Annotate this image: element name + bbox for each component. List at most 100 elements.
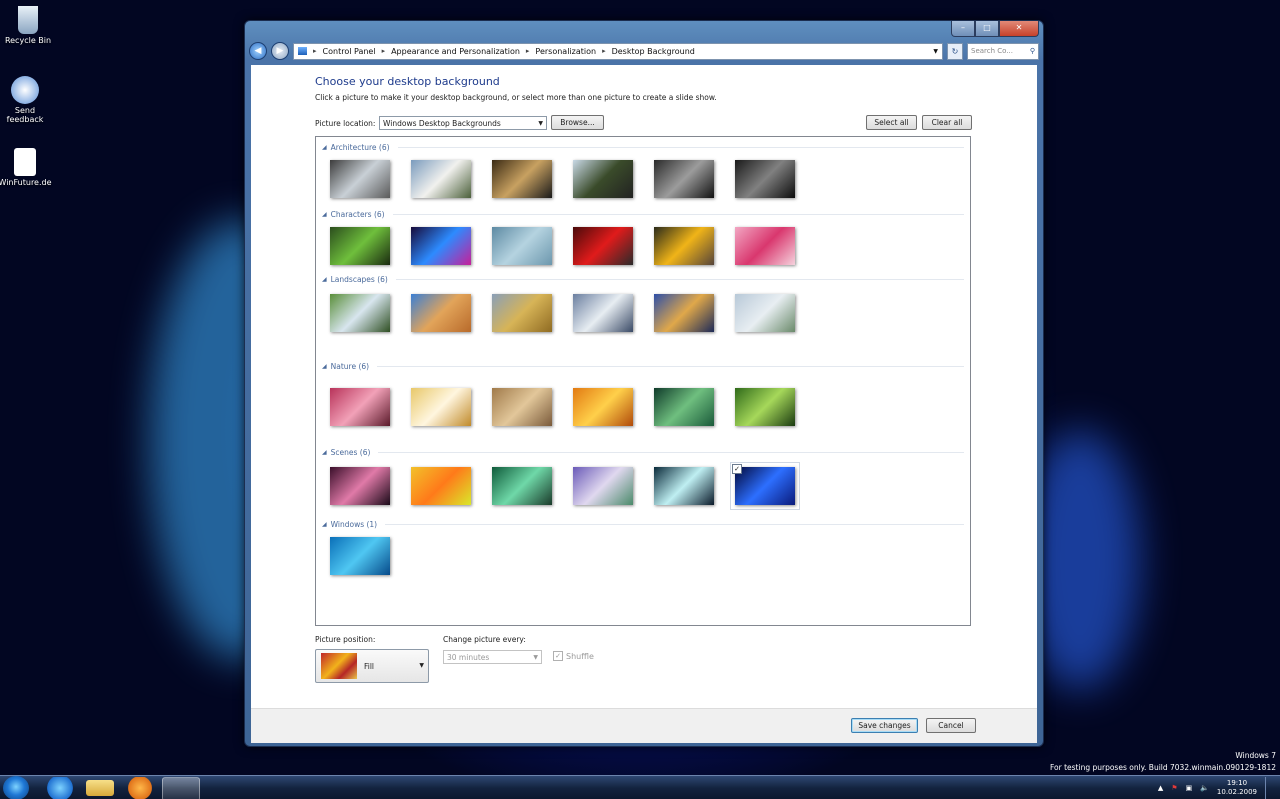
- wallpaper-thumbnail[interactable]: [654, 160, 714, 198]
- cancel-button[interactable]: Cancel: [926, 718, 976, 733]
- wallpaper-thumbnail[interactable]: [573, 388, 633, 426]
- wallpaper-thumbnail[interactable]: [411, 388, 471, 426]
- wallpaper-thumbnail[interactable]: [411, 467, 471, 505]
- collapse-triangle-icon[interactable]: ◢: [322, 363, 327, 370]
- change-picture-select[interactable]: 30 minutes ▼: [443, 650, 542, 664]
- wallpaper-thumbnail[interactable]: [330, 467, 390, 505]
- system-tray: ▲ ⚑ ▣ 🔈 19:10 10.02.2009: [1158, 776, 1280, 799]
- clock-time: 19:10: [1226, 779, 1248, 787]
- group-divider: [378, 451, 964, 453]
- collapse-triangle-icon[interactable]: ◢: [322, 276, 327, 283]
- save-changes-button[interactable]: Save changes: [851, 718, 918, 733]
- wallpaper-thumbnail[interactable]: [330, 227, 390, 265]
- winfuture-icon[interactable]: WinFuture.de: [0, 148, 53, 187]
- search-input[interactable]: Search Co... ⚲: [967, 42, 1039, 60]
- gallery-group: ◢ Landscapes (6): [322, 274, 964, 334]
- clock[interactable]: 19:10 10.02.2009: [1217, 779, 1257, 797]
- picture-position-select[interactable]: Fill ▼: [315, 649, 429, 683]
- volume-icon[interactable]: 🔈: [1200, 784, 1209, 792]
- picture-location-select[interactable]: Windows Desktop Backgrounds ▼: [379, 116, 547, 130]
- chevron-down-icon: ▼: [538, 119, 543, 127]
- chevron-up-icon[interactable]: ▲: [1158, 784, 1163, 792]
- breadcrumb-item[interactable]: Appearance and Personalization: [391, 47, 520, 56]
- chevron-down-icon[interactable]: ▼: [933, 48, 938, 55]
- wallpaper-thumbnail[interactable]: [330, 294, 390, 332]
- wallpaper-thumbnail[interactable]: [411, 160, 471, 198]
- breadcrumb-item[interactable]: Control Panel: [323, 47, 376, 56]
- wallpaper-thumbnail[interactable]: [735, 227, 795, 265]
- media-player-icon[interactable]: [122, 777, 158, 799]
- breadcrumb-item[interactable]: Desktop Background: [612, 47, 695, 56]
- wallpaper-thumbnail[interactable]: [735, 294, 795, 332]
- wallpaper-thumbnail[interactable]: [330, 537, 390, 575]
- breadcrumb-item[interactable]: Personalization: [535, 47, 596, 56]
- wallpaper-gallery[interactable]: ◢ Architecture (6) ◢ Characters (6) ◢ Landsca…: [315, 136, 971, 626]
- wallpaper-thumbnail[interactable]: [330, 160, 390, 198]
- wallpaper-thumbnail[interactable]: [573, 227, 633, 265]
- start-button[interactable]: [3, 776, 29, 799]
- wallpaper-thumbnail[interactable]: [492, 467, 552, 505]
- clear-all-button[interactable]: Clear all: [922, 115, 972, 130]
- wallpaper-thumbnail[interactable]: [492, 160, 552, 198]
- gallery-group-header[interactable]: ◢ Landscapes (6): [322, 274, 964, 284]
- breadcrumb-separator: ▸: [525, 47, 530, 55]
- refresh-button[interactable]: ↻: [947, 42, 963, 60]
- browse-button[interactable]: Browse...: [551, 115, 604, 130]
- gallery-group-header[interactable]: ◢ Nature (6): [322, 361, 964, 371]
- gallery-group-header[interactable]: ◢ Scenes (6): [322, 447, 964, 457]
- thumbnail-row: [322, 537, 964, 577]
- control-panel-taskbar-button[interactable]: [162, 777, 200, 799]
- send-feedback-icon[interactable]: Send feedback: [0, 76, 53, 124]
- wallpaper-thumbnail[interactable]: [330, 388, 390, 426]
- wallpaper-thumbnail[interactable]: [411, 294, 471, 332]
- gallery-group-header[interactable]: ◢ Architecture (6): [322, 142, 964, 152]
- change-picture-value: 30 minutes: [447, 652, 490, 662]
- maximize-button[interactable]: □: [975, 21, 999, 37]
- wallpaper-thumbnail[interactable]: [573, 160, 633, 198]
- wallpaper-thumbnail[interactable]: [492, 227, 552, 265]
- wallpaper-thumbnail[interactable]: [654, 467, 714, 505]
- shuffle-checkbox[interactable]: ✓ Shuffle: [553, 651, 594, 661]
- wallpaper-thumbnail[interactable]: [735, 160, 795, 198]
- internet-explorer-icon[interactable]: [42, 777, 78, 799]
- collapse-triangle-icon[interactable]: ◢: [322, 449, 327, 456]
- network-icon[interactable]: ▣: [1186, 784, 1193, 792]
- explorer-folder-icon[interactable]: [86, 780, 114, 796]
- breadcrumb[interactable]: ▸ Control Panel ▸ Appearance and Persona…: [293, 42, 943, 60]
- collapse-triangle-icon[interactable]: ◢: [322, 521, 327, 528]
- wallpaper-thumbnail[interactable]: [654, 388, 714, 426]
- wallpaper-thumbnail[interactable]: ✓: [730, 462, 800, 510]
- wallpaper-thumbnail[interactable]: [573, 467, 633, 505]
- position-preview-thumbnail: [321, 653, 357, 679]
- wallpaper-thumbnail[interactable]: [573, 294, 633, 332]
- wallpaper-thumbnail[interactable]: [492, 388, 552, 426]
- minimize-button[interactable]: –: [951, 21, 975, 37]
- select-all-button[interactable]: Select all: [866, 115, 917, 130]
- collapse-triangle-icon[interactable]: ◢: [322, 144, 327, 151]
- checkbox-box: ✓: [553, 651, 563, 661]
- wallpaper-thumbnail[interactable]: [654, 227, 714, 265]
- thumbnail-row: [322, 160, 964, 200]
- gallery-group-title: Scenes (6): [330, 447, 371, 457]
- selected-checkbox-icon[interactable]: ✓: [732, 464, 742, 474]
- forward-button[interactable]: ▶: [271, 42, 289, 60]
- wallpaper-thumbnail[interactable]: [411, 227, 471, 265]
- chevron-down-icon: ▼: [533, 653, 538, 661]
- close-button[interactable]: ✕: [999, 21, 1039, 37]
- gallery-group-title: Windows (1): [330, 519, 378, 529]
- flag-icon[interactable]: ⚑: [1171, 784, 1177, 792]
- back-button[interactable]: ◀: [249, 42, 267, 60]
- build-watermark-text: For testing purposes only. Build 7032.wi…: [1049, 763, 1276, 772]
- recycle-bin-icon[interactable]: Recycle Bin: [0, 6, 56, 45]
- gallery-group-header[interactable]: ◢ Characters (6): [322, 209, 964, 219]
- wallpaper-thumbnail[interactable]: [492, 294, 552, 332]
- picture-location-label: Picture location:: [315, 119, 376, 128]
- gallery-group-header[interactable]: ◢ Windows (1): [322, 519, 964, 529]
- thumbnail-row: ✓: [322, 462, 964, 510]
- show-desktop-button[interactable]: [1265, 777, 1274, 799]
- desktop-icon-label: WinFuture.de: [0, 178, 52, 187]
- picture-position-label: Picture position:: [315, 635, 376, 644]
- wallpaper-thumbnail[interactable]: [735, 388, 795, 426]
- wallpaper-thumbnail[interactable]: [654, 294, 714, 332]
- collapse-triangle-icon[interactable]: ◢: [322, 211, 327, 218]
